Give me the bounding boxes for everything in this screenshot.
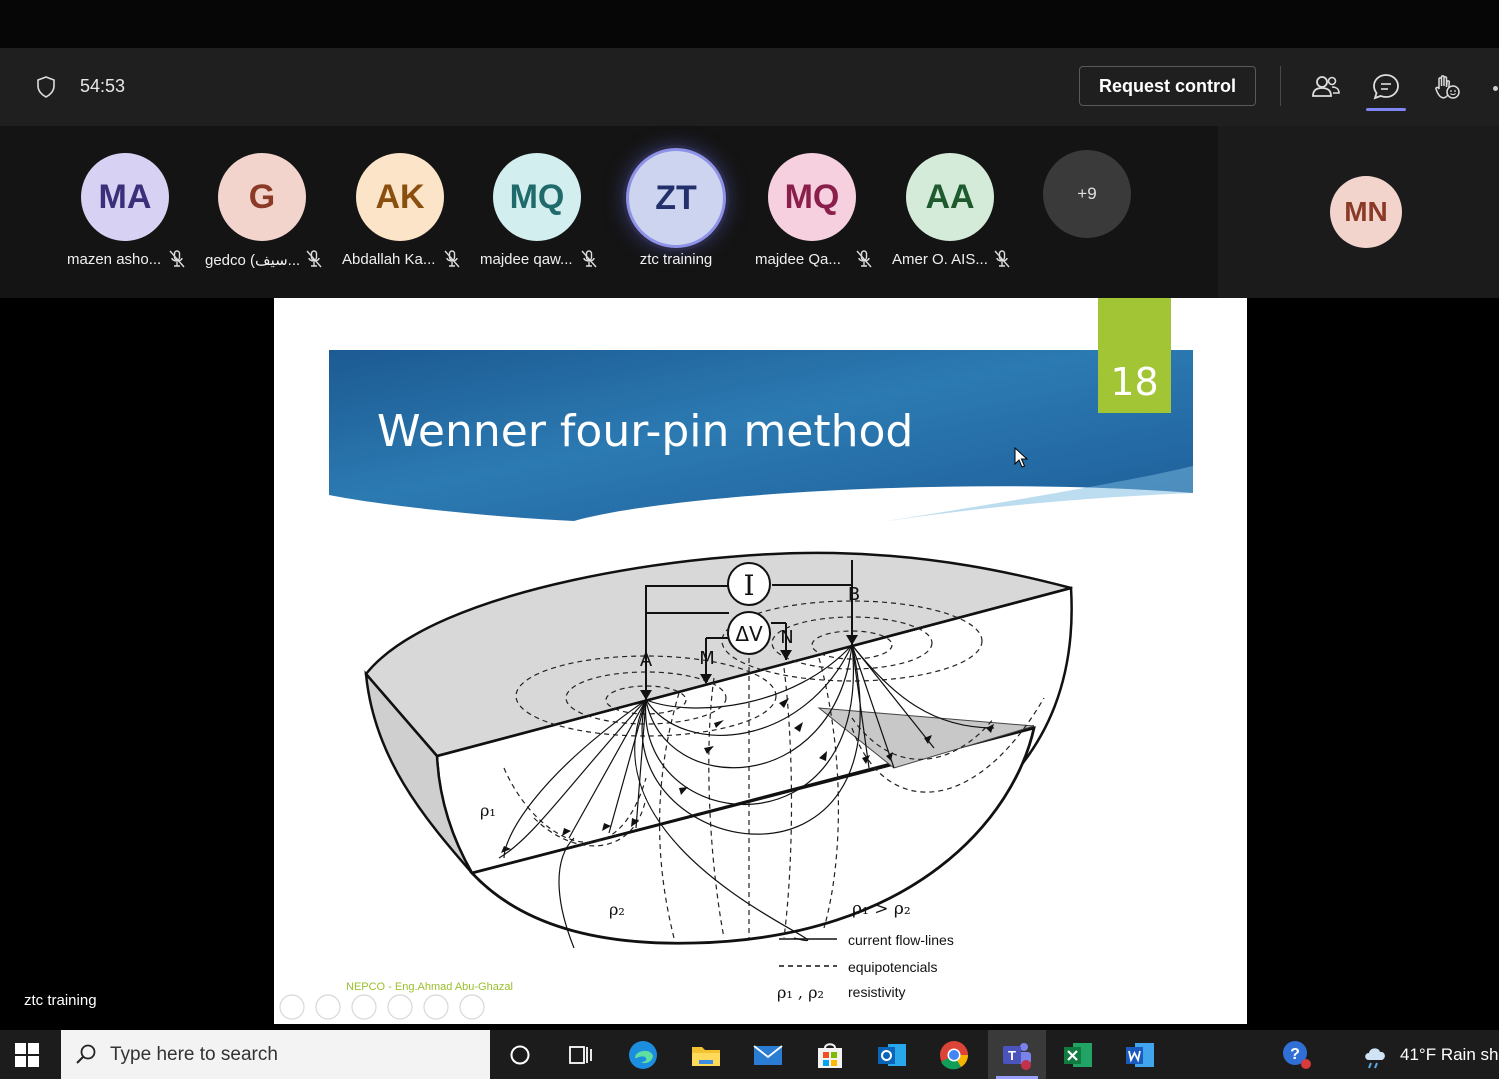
mail-icon[interactable]: [751, 1038, 785, 1072]
meeting-toolbar: 54:53 Request control: [0, 48, 1499, 126]
avatar-initials: G: [248, 177, 276, 216]
people-icon[interactable]: [1311, 72, 1341, 102]
avatar-initials: MA: [98, 177, 152, 216]
chat-icon[interactable]: [1371, 72, 1401, 102]
more-controls-icon[interactable]: [459, 994, 485, 1020]
word-icon[interactable]: [1123, 1038, 1157, 1072]
windows-start-icon[interactable]: [14, 1042, 40, 1068]
search-placeholder: Type here to search: [110, 1044, 278, 1065]
shared-slide: Wenner four-pin method 18 I ΔV A M N B ρ…: [274, 298, 1247, 1024]
more-participants-button[interactable]: +9: [1043, 150, 1131, 238]
participant-avatar[interactable]: MQ: [768, 153, 856, 241]
window-top-strip: [0, 0, 1499, 48]
participant-avatar-speaking[interactable]: ZT: [626, 148, 726, 248]
cortana-icon[interactable]: [503, 1038, 537, 1072]
weather-rain-icon[interactable]: [1360, 1038, 1394, 1072]
self-view-panel: MN: [1218, 126, 1499, 298]
participant-avatar[interactable]: MA: [81, 153, 169, 241]
slides-grid-icon[interactable]: [387, 994, 413, 1020]
shield-icon: [37, 76, 55, 98]
file-explorer-icon[interactable]: [689, 1038, 723, 1072]
svg-text:T: T: [1008, 1048, 1016, 1063]
mic-off-icon: [444, 250, 460, 268]
mic-off-icon: [306, 250, 322, 268]
more-options-icon[interactable]: [1493, 86, 1498, 91]
participant-avatar[interactable]: MQ: [493, 153, 581, 241]
pin-m-label: M: [699, 648, 715, 669]
avatar-initials: MQ: [509, 177, 565, 216]
more-participants-count: +9: [1077, 184, 1097, 203]
chat-active-indicator: [1366, 108, 1406, 111]
slide-footer: NEPCO - Eng.Ahmad Abu-Ghazal: [346, 981, 513, 993]
excel-icon[interactable]: [1061, 1038, 1095, 1072]
mic-off-icon: [994, 250, 1010, 268]
participant-avatar[interactable]: G: [218, 153, 306, 241]
mic-off-icon: [581, 250, 597, 268]
pen-icon[interactable]: [351, 994, 377, 1020]
voltage-label: ΔV: [735, 622, 763, 646]
participants-strip: MA mazen asho... G gedco (سيف... AK Abda…: [0, 126, 1218, 298]
task-view-icon[interactable]: [563, 1038, 597, 1072]
rho-relation-label: ρ₁ > ρ₂: [852, 899, 911, 919]
slide-number: 18: [1110, 360, 1158, 404]
outlook-icon[interactable]: [875, 1038, 909, 1072]
legend-label: current flow-lines: [848, 932, 954, 948]
mic-off-icon: [856, 250, 872, 268]
avatar-initials: MQ: [784, 177, 840, 216]
edge-icon[interactable]: [626, 1038, 660, 1072]
avatar-initials: AA: [925, 177, 975, 216]
avatar-initials: MN: [1344, 196, 1388, 227]
current-label: I: [743, 569, 754, 602]
toolbar-divider: [1280, 66, 1281, 106]
windows-taskbar: Type here to search T ? 41°F Rain sh: [0, 1030, 1499, 1079]
weather-status[interactable]: 41°F Rain sh: [1400, 1045, 1498, 1065]
next-slide-icon[interactable]: [315, 994, 341, 1020]
request-control-button[interactable]: Request control: [1079, 66, 1256, 106]
zoom-icon[interactable]: [423, 994, 449, 1020]
rho1-label: ρ₁: [480, 801, 496, 820]
participant-avatar[interactable]: AA: [906, 153, 994, 241]
presentation-controls: [279, 994, 485, 1020]
raise-hand-icon[interactable]: [1431, 72, 1461, 102]
legend-rho-symbols: ρ₁ , ρ₂: [777, 983, 824, 1002]
pin-b-label: B: [848, 584, 860, 605]
chrome-icon[interactable]: [937, 1038, 971, 1072]
participant-avatar[interactable]: AK: [356, 153, 444, 241]
slide-canvas: Wenner four-pin method 18 I ΔV A M N B ρ…: [279, 298, 1193, 1020]
previous-slide-icon[interactable]: [279, 994, 305, 1020]
participant-name: ztc training: [639, 251, 713, 268]
mic-off-icon: [169, 250, 185, 268]
self-avatar: MN: [1330, 176, 1402, 248]
avatar-initials: AK: [375, 177, 425, 216]
rho2-label: ρ₂: [609, 900, 625, 919]
pin-a-label: A: [640, 650, 653, 671]
pin-n-label: N: [780, 627, 793, 648]
store-icon[interactable]: [813, 1038, 847, 1072]
meeting-timer: 54:53: [80, 76, 126, 96]
svg-text:?: ?: [1290, 1046, 1300, 1063]
slide-title: Wenner four-pin method: [377, 406, 913, 457]
legend-label: resistivity: [848, 984, 906, 1000]
legend-label: equipotencials: [848, 959, 938, 975]
presenter-name-label: ztc training: [24, 992, 97, 1009]
search-icon: [76, 1044, 96, 1064]
avatar-initials: ZT: [655, 178, 697, 217]
help-icon[interactable]: ?: [1280, 1038, 1314, 1072]
teams-icon[interactable]: T: [1000, 1038, 1034, 1072]
